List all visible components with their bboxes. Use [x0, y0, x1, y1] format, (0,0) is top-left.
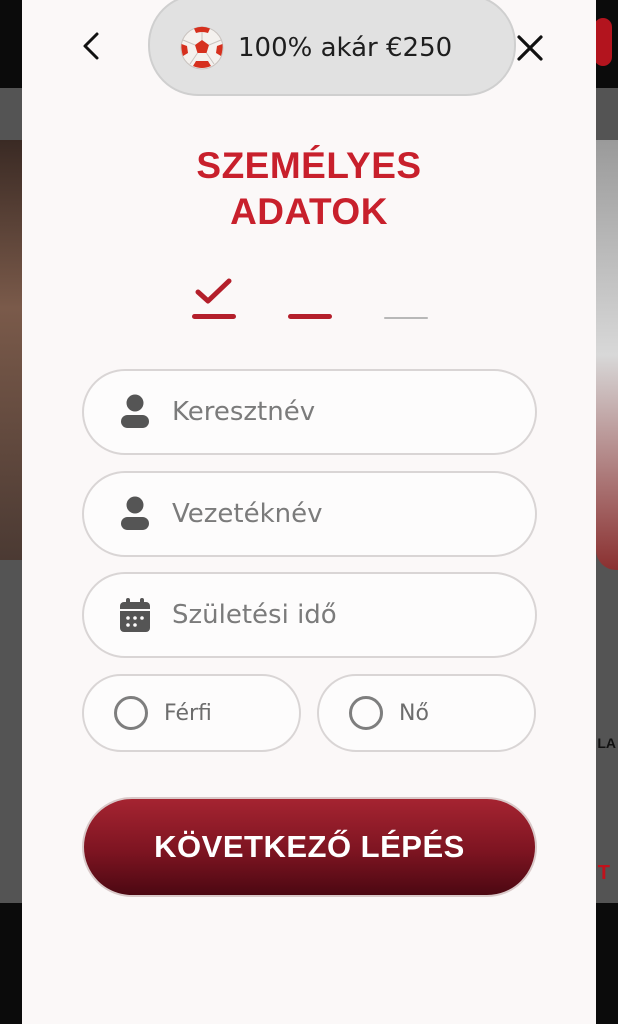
- gender-option-label: Nő: [399, 700, 429, 726]
- radio-unchecked-icon: [114, 696, 148, 730]
- calendar-icon: [120, 598, 150, 632]
- bonus-promo-badge: 100% akár €250: [148, 0, 516, 96]
- title-line-2: ADATOK: [230, 191, 388, 232]
- last-name-field[interactable]: [82, 471, 537, 557]
- back-button[interactable]: [76, 30, 108, 62]
- radio-unchecked-icon: [349, 696, 383, 730]
- last-name-input[interactable]: [172, 499, 532, 529]
- first-name-field[interactable]: [82, 369, 537, 455]
- background-red-button: [594, 18, 612, 66]
- gender-option-female[interactable]: Nő: [317, 674, 536, 752]
- step-completed-check-icon: [195, 278, 232, 304]
- user-icon: [121, 496, 149, 530]
- gender-option-male[interactable]: Férfi: [82, 674, 301, 752]
- promo-text: 100% akár €250: [238, 33, 453, 63]
- chevron-left-icon: [83, 32, 99, 60]
- user-icon: [121, 394, 149, 428]
- page-title: SZEMÉLYES ADATOK: [22, 143, 596, 235]
- title-line-1: SZEMÉLYES: [196, 145, 422, 186]
- step-indicator-3: [384, 317, 428, 319]
- first-name-input[interactable]: [172, 397, 532, 427]
- step-indicator-2: [288, 314, 332, 319]
- step-indicator-1: [192, 314, 236, 319]
- close-icon: [517, 35, 543, 61]
- background-image-right: [596, 140, 618, 570]
- background-side-text-red: T: [597, 862, 610, 884]
- registration-modal: 100% akár €250 SZEMÉLYES ADATOK Keresztn…: [22, 0, 596, 1024]
- background-image-left: [0, 140, 22, 560]
- birth-date-input[interactable]: [172, 600, 532, 630]
- next-step-button[interactable]: KÖVETKEZŐ LÉPÉS: [82, 797, 537, 897]
- birth-date-field[interactable]: [82, 572, 537, 658]
- background-side-text: LA: [597, 735, 616, 751]
- close-button[interactable]: [512, 30, 548, 66]
- gender-option-label: Férfi: [164, 700, 212, 726]
- soccer-ball-icon: [180, 26, 224, 70]
